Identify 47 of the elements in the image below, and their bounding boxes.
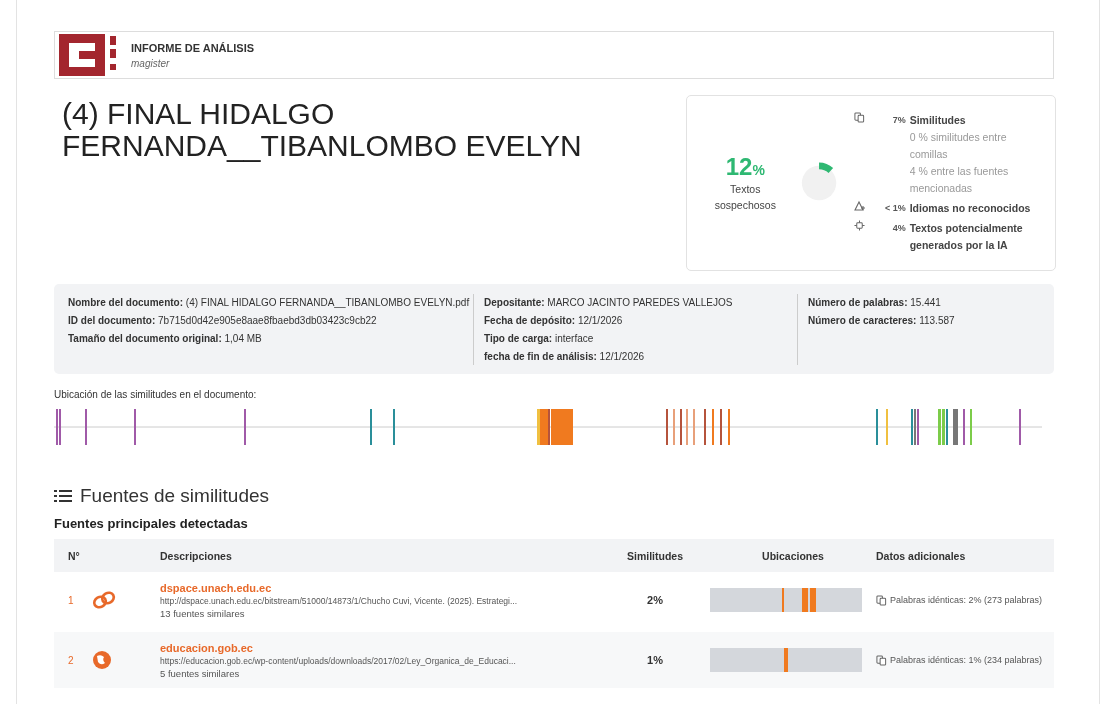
column-header: N° xyxy=(68,549,81,562)
similarity-percent: 1% xyxy=(646,654,664,666)
globe-icon xyxy=(91,650,112,670)
score-item-label: Similitudes xyxy=(909,113,967,128)
extra-data: Palabras idénticas: 2% (273 palabras) xyxy=(890,595,1043,605)
link-icon xyxy=(91,590,116,610)
metadata-line: Fecha de depósito: 12/1/2026 xyxy=(484,314,624,328)
score-value: 12% xyxy=(725,153,765,181)
column-header: Datos adicionales xyxy=(876,549,967,562)
score-item-label: Idiomas no reconocidos xyxy=(909,201,1032,216)
similar-sources: 13 fuentes similares xyxy=(160,607,246,619)
metadata-line: Depositante: MARCO JACINTO PAREDES VALLEJOS xyxy=(484,296,734,310)
source-url: https://educacion.gob.ec/wp-content/uploads/downloads/2017/02/Ley_Organica_de_Educaci... xyxy=(160,655,517,666)
row-number: 2 xyxy=(68,654,74,666)
report-title: INFORME DE ANÁLISIS xyxy=(131,41,255,54)
language-icon xyxy=(853,200,866,211)
score-item-label: Textos potencialmente generados por la IA xyxy=(909,221,1024,253)
column-header: Descripciones xyxy=(160,549,233,562)
metadata-line: Número de caracteres: 113.587 xyxy=(808,314,956,328)
score-percent: < 1% xyxy=(883,202,907,215)
metadata-line: Tipo de carga: interface xyxy=(484,332,595,346)
source-url: http://dspace.unach.edu.ec/bitstream/51000/14873/1/Chucho Cuvi, Vicente. (2025). Estrategi... xyxy=(160,595,519,606)
sources-title: Fuentes principales detectadas xyxy=(54,516,249,531)
section-title: Fuentes de similitudes xyxy=(80,485,270,507)
source-row[interactable]: 2 educacion.gob.ec https://educacion.gob.ec/wp-content/uploads/downloads/2017/02/Ley_Organica_de_Educaci... 5 fuentes similares 1% Palabras idénticas: 1% (234 palabras) xyxy=(54,632,1054,688)
metadata-line: Número de palabras: 15.441 xyxy=(808,296,942,310)
copy-icon xyxy=(876,594,887,606)
report-subtitle: magister xyxy=(131,57,171,69)
similar-sources: 5 fuentes similares xyxy=(160,667,241,679)
extra-data: Palabras idénticas: 1% (234 palabras) xyxy=(890,655,1043,665)
column-header: Similitudes xyxy=(626,549,684,562)
metadata-line: fecha de fin de análisis: 12/1/2026 xyxy=(484,350,646,364)
list-icon xyxy=(54,490,72,502)
metadata-line: ID del documento: 7b715d0d42e905e8aae8fbaebd3db03423c9cb22 xyxy=(68,314,378,328)
score-percent: 7% xyxy=(891,114,907,127)
row-number: 1 xyxy=(68,594,74,606)
metadata-line: Nombre del documento: (4) FINAL HIDALGO FERNANDA__TIBANLOMBO EVELYN.pdf xyxy=(68,296,471,310)
score-label: Textos sospechosos xyxy=(713,182,777,213)
column-header: Ubicaciones xyxy=(761,549,825,562)
document-title: (4) FINAL HIDALGO FERNANDA__TIBANLOMBO EVELYN xyxy=(61,96,583,164)
score-subitem: 4 % entre las fuentes mencionadas xyxy=(909,164,1010,196)
metadata-line: Tamaño del documento original: 1,04 MB xyxy=(68,332,263,346)
score-percent: 4% xyxy=(891,222,907,235)
copy-icon xyxy=(876,654,887,666)
locations-label: Ubicación de las similitudes en el documento: xyxy=(54,389,258,400)
similarity-percent: 2% xyxy=(646,594,664,606)
copy-icon xyxy=(853,112,865,123)
